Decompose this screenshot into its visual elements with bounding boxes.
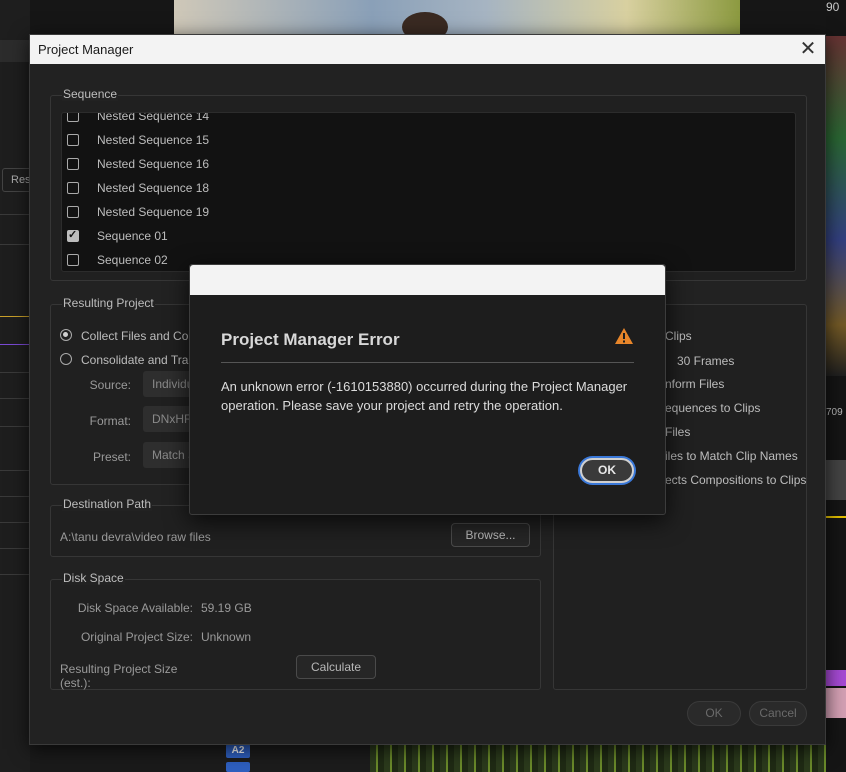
- waveform-scope: [826, 36, 846, 376]
- error-dialog: Project Manager Error An unknown error (…: [189, 264, 666, 515]
- preset-label: Preset:: [92, 450, 131, 464]
- left-panel: Res: [0, 0, 31, 772]
- option-files[interactable]: Files: [665, 425, 690, 439]
- sequence-name: Sequence 02: [97, 253, 168, 267]
- sequence-group: Sequence Nested Sequence 14 Nested Seque…: [50, 87, 807, 281]
- radio-collect[interactable]: [60, 329, 72, 341]
- browse-button[interactable]: Browse...: [451, 523, 530, 547]
- sequence-name: Nested Sequence 14: [97, 112, 210, 123]
- checkbox[interactable]: [67, 206, 79, 218]
- divider: [0, 470, 30, 471]
- option-sequences-to-clips[interactable]: equences to Clips: [665, 401, 760, 415]
- close-icon[interactable]: ✕: [797, 39, 819, 61]
- divider: [0, 496, 30, 497]
- timecode: 709: [826, 407, 843, 418]
- divider: [0, 398, 30, 399]
- option-conform-files[interactable]: nform Files: [665, 377, 724, 391]
- checkbox[interactable]: [67, 113, 79, 122]
- scopes-panel: [826, 0, 846, 772]
- group-label: Disk Space: [62, 571, 125, 585]
- divider: [0, 574, 30, 575]
- disk-available-label: Disk Space Available:: [77, 601, 193, 615]
- audio-waveform: [370, 744, 826, 772]
- calculate-button[interactable]: Calculate: [296, 655, 376, 679]
- timeline-clip[interactable]: [826, 460, 846, 500]
- timeline-clip[interactable]: [826, 688, 846, 718]
- error-title-bar: [190, 265, 665, 295]
- timeline-clip[interactable]: [826, 670, 846, 686]
- track-a2-toggle[interactable]: A2: [226, 744, 250, 758]
- sequence-list[interactable]: Nested Sequence 14 Nested Sequence 15 Ne…: [61, 112, 796, 272]
- cancel-button[interactable]: Cancel: [749, 701, 807, 726]
- group-label: Resulting Project: [62, 296, 155, 310]
- sequence-name: Nested Sequence 15: [97, 133, 210, 147]
- sequence-name: Nested Sequence 16: [97, 157, 210, 171]
- checkbox[interactable]: [67, 254, 79, 266]
- divider: [0, 244, 30, 245]
- original-size-label: Original Project Size:: [80, 630, 193, 644]
- radio-consolidate[interactable]: [60, 353, 72, 365]
- divider: [0, 522, 30, 523]
- option-consolidate-label[interactable]: Consolidate and Trans: [81, 353, 201, 367]
- checkbox[interactable]: [67, 134, 79, 146]
- divider: [0, 344, 30, 345]
- divider: [0, 426, 30, 427]
- error-separator: [221, 362, 634, 363]
- divider: [0, 548, 30, 549]
- warning-icon: [615, 328, 633, 344]
- format-label: Format:: [89, 414, 131, 428]
- handle-frames[interactable]: 30 Frames: [677, 354, 734, 368]
- resulting-size-label: Resulting Project Size (est.):: [60, 662, 178, 690]
- group-label: Destination Path: [62, 497, 153, 511]
- panel-tab[interactable]: [0, 40, 30, 62]
- option-collect-label[interactable]: Collect Files and Copy: [81, 329, 201, 343]
- ok-button[interactable]: OK: [687, 701, 741, 726]
- error-ok-button[interactable]: OK: [580, 458, 634, 483]
- destination-path-value: A:\tanu devra\video raw files: [60, 530, 211, 544]
- divider: [0, 372, 30, 373]
- option-rename-files[interactable]: iles to Match Clip Names: [665, 449, 798, 463]
- timeline-tracks: A2: [170, 744, 826, 772]
- sequence-name: Nested Sequence 19: [97, 205, 210, 219]
- disk-available-value: 59.19 GB: [201, 601, 252, 615]
- divider: [0, 214, 30, 215]
- track-a3-toggle[interactable]: [226, 762, 250, 772]
- checkbox[interactable]: [67, 158, 79, 170]
- divider: [0, 316, 30, 317]
- sequence-name: Sequence 01: [97, 229, 168, 243]
- error-title: Project Manager Error: [221, 330, 400, 349]
- checkbox[interactable]: [67, 182, 79, 194]
- option-clips[interactable]: Clips: [665, 329, 692, 343]
- checkbox-checked[interactable]: [67, 228, 79, 242]
- scope-value: 90: [826, 0, 840, 14]
- title-bar: Project Manager ✕: [30, 35, 825, 64]
- dialog-title: Project Manager: [38, 42, 134, 57]
- sequence-name: Nested Sequence 18: [97, 181, 210, 195]
- group-label: Sequence: [62, 87, 119, 101]
- original-size-value: Unknown: [201, 630, 252, 644]
- work-area-bar: [826, 516, 846, 518]
- source-label: Source:: [89, 378, 131, 392]
- reset-button[interactable]: Res: [2, 168, 31, 192]
- error-message: An unknown error (-1610153880) occurred …: [221, 379, 628, 413]
- option-compositions-to-clips[interactable]: ects Compositions to Clips: [665, 473, 806, 487]
- program-monitor-video: [174, 0, 740, 42]
- disk-space-group: Disk Space Disk Space Available: 59.19 G…: [50, 571, 541, 690]
